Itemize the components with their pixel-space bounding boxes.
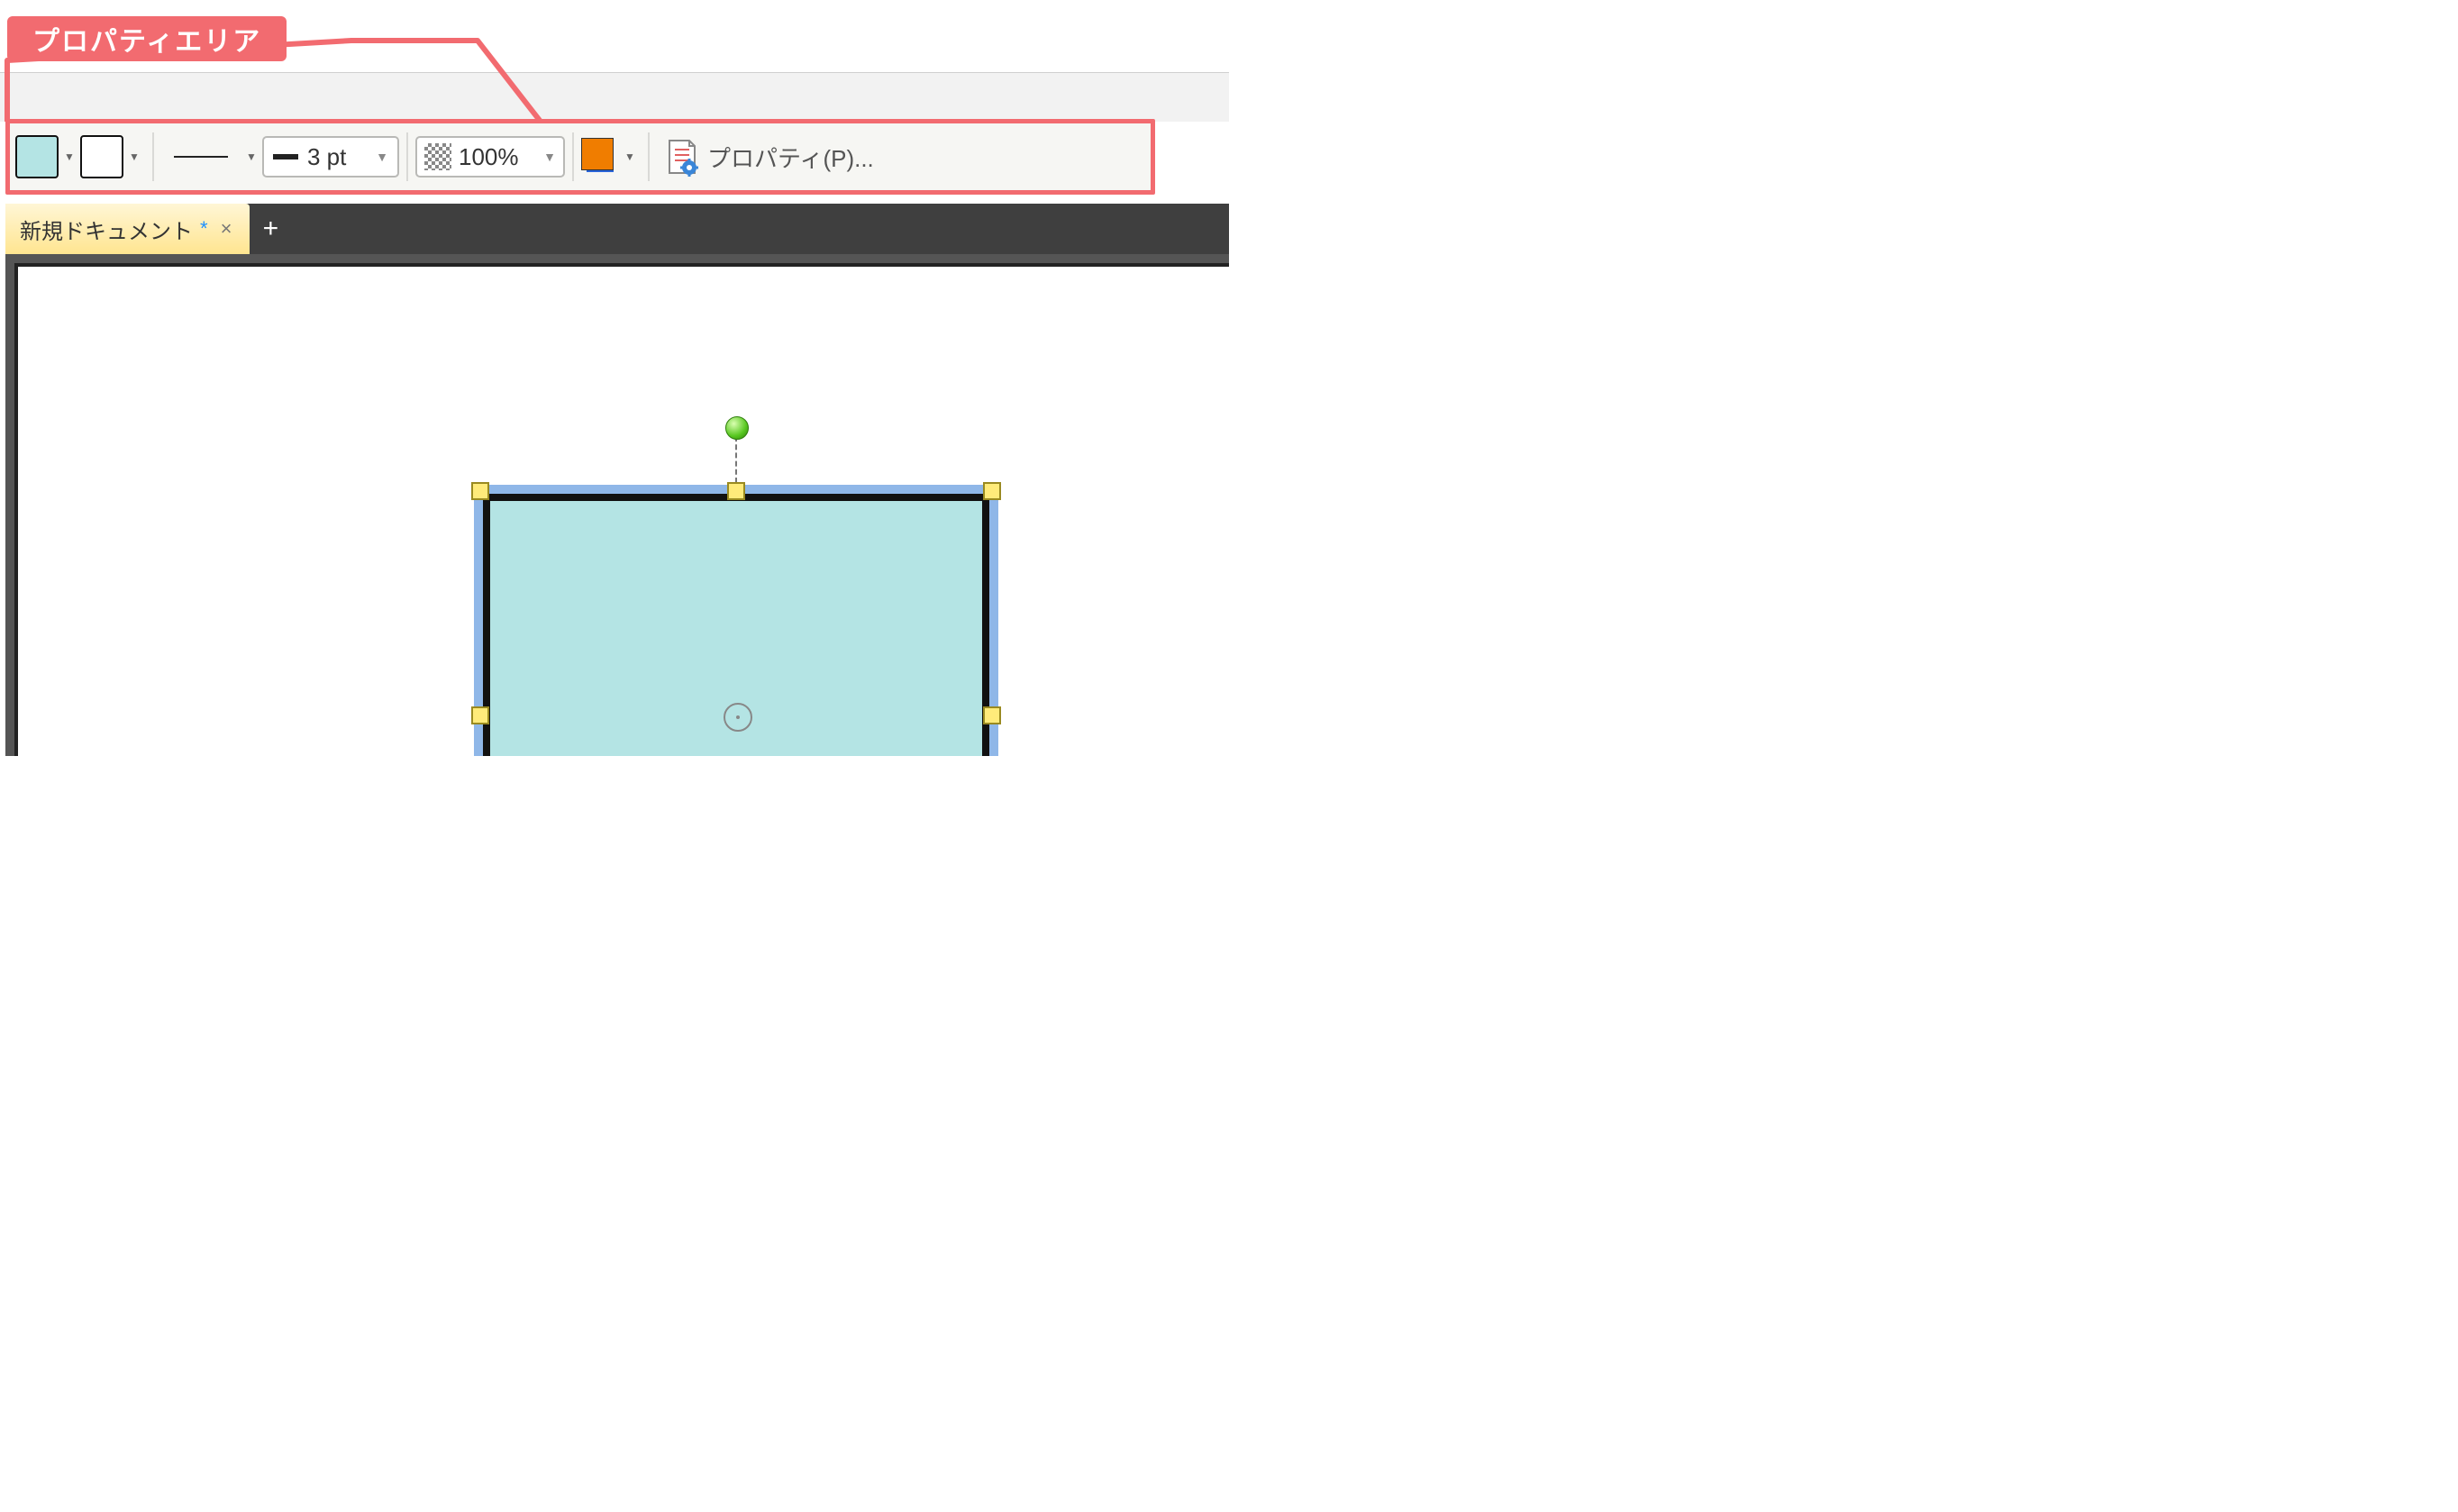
rotation-connector bbox=[735, 436, 737, 483]
properties-label: プロパティ(P)... bbox=[707, 141, 874, 174]
document-tab-bar: 新規ドキュメント * × + bbox=[5, 204, 1229, 254]
arrange-layer-swatch[interactable] bbox=[581, 138, 619, 176]
line-color-dropdown[interactable]: ▼ bbox=[125, 150, 143, 163]
canvas-frame bbox=[5, 254, 1229, 756]
resize-handle-top-right[interactable] bbox=[983, 482, 1001, 500]
line-style-dropdown[interactable]: ▼ bbox=[242, 150, 260, 163]
annotation-label: プロパティエリア bbox=[32, 19, 261, 59]
toolbar-separator bbox=[572, 132, 574, 181]
document-tab-name: 新規ドキュメント bbox=[20, 214, 193, 245]
upper-toolbar-strip bbox=[0, 72, 1229, 122]
properties-icon bbox=[662, 137, 698, 177]
selection-bounding-box[interactable] bbox=[474, 485, 998, 756]
toolbar-separator bbox=[648, 132, 650, 181]
resize-handle-top-middle[interactable] bbox=[727, 482, 745, 500]
properties-button[interactable]: プロパティ(P)... bbox=[657, 134, 879, 179]
arrange-dropdown[interactable]: ▼ bbox=[621, 150, 639, 163]
add-tab-button[interactable]: + bbox=[250, 204, 291, 254]
close-tab-button[interactable]: × bbox=[215, 217, 238, 241]
chevron-down-icon: ▼ bbox=[376, 150, 388, 164]
property-toolbar: ▼ ▼ ▼ 3 pt ▼ 100% ▼ ▼ bbox=[5, 119, 1155, 195]
toolbar-separator bbox=[406, 132, 408, 181]
fill-color-dropdown[interactable]: ▼ bbox=[60, 150, 78, 163]
line-color-swatch[interactable] bbox=[80, 135, 123, 178]
annotation-callout: プロパティエリア bbox=[7, 16, 287, 61]
line-style-preview bbox=[174, 156, 228, 158]
plus-icon: + bbox=[263, 214, 279, 244]
resize-handle-top-left[interactable] bbox=[471, 482, 489, 500]
line-weight-combo[interactable]: 3 pt ▼ bbox=[262, 136, 399, 178]
resize-handle-middle-right[interactable] bbox=[983, 706, 1001, 724]
fill-color-swatch[interactable] bbox=[15, 135, 59, 178]
centroid-marker[interactable] bbox=[724, 703, 752, 732]
canvas[interactable] bbox=[14, 263, 1229, 756]
opacity-value: 100% bbox=[459, 143, 536, 171]
opacity-checker-icon bbox=[424, 143, 451, 170]
toolbar-separator bbox=[152, 132, 154, 181]
line-weight-preview bbox=[273, 154, 298, 159]
chevron-down-icon: ▼ bbox=[543, 150, 556, 164]
document-tab-active[interactable]: 新規ドキュメント * × bbox=[5, 204, 250, 254]
rotation-handle[interactable] bbox=[725, 416, 749, 440]
resize-handle-middle-left[interactable] bbox=[471, 706, 489, 724]
arrange-front-square bbox=[581, 138, 614, 170]
line-weight-value: 3 pt bbox=[307, 143, 367, 171]
line-style-button[interactable] bbox=[161, 138, 241, 176]
document-dirty-marker: * bbox=[198, 217, 210, 241]
opacity-combo[interactable]: 100% ▼ bbox=[415, 136, 565, 178]
